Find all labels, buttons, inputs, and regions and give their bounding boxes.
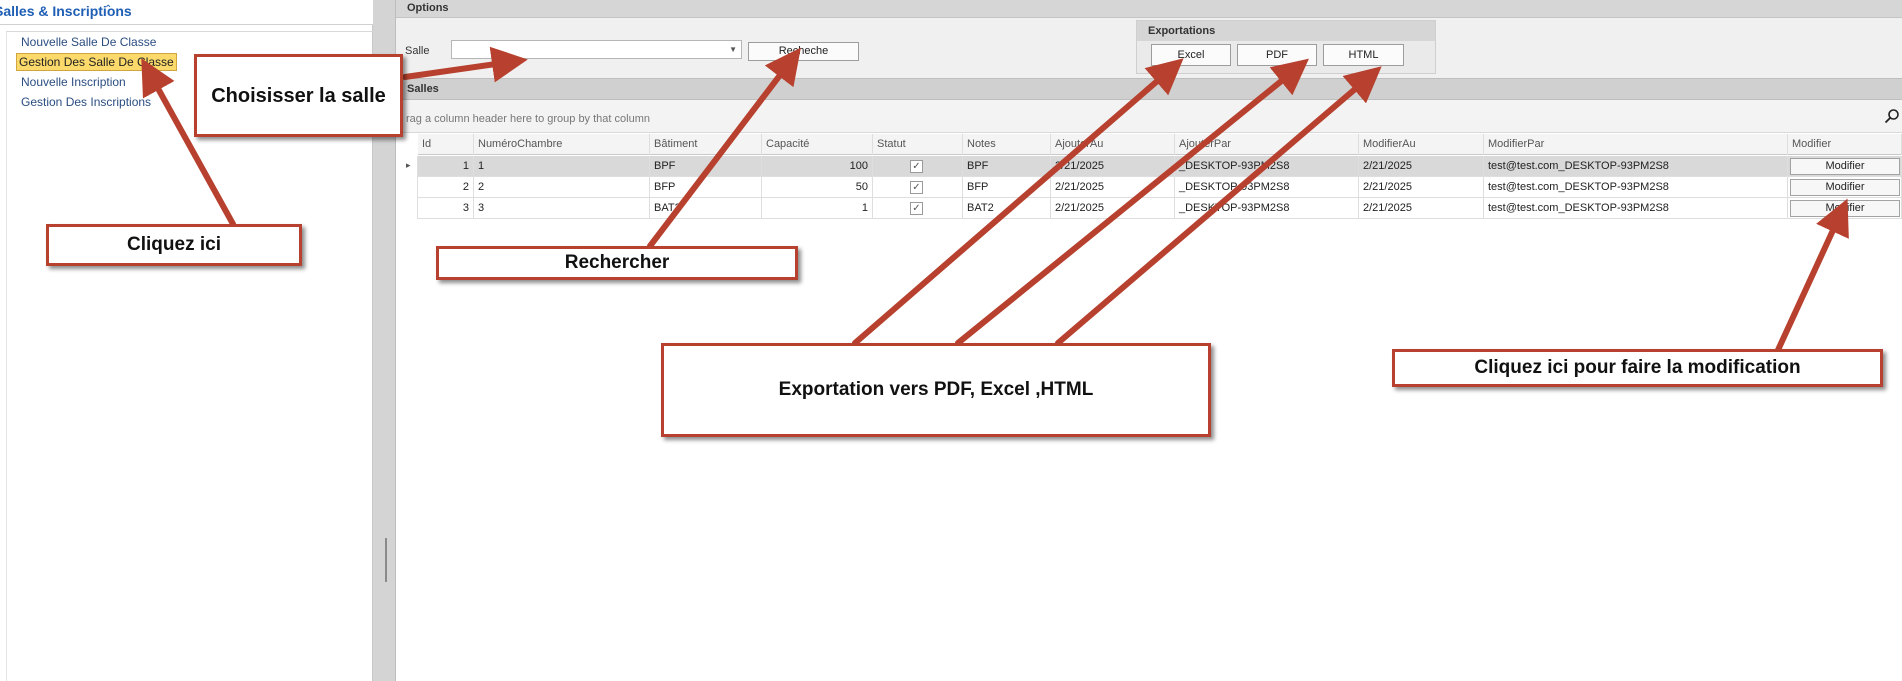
modifier-button[interactable]: Modifier — [1790, 200, 1900, 217]
statut-checkbox[interactable]: ✓ — [910, 181, 923, 194]
splitter-grip[interactable] — [385, 538, 387, 582]
column-header-id[interactable]: Id — [418, 134, 474, 155]
options-title: Options — [407, 2, 449, 14]
cell-ajouterpar: _DESKTOP-93PM2S8 — [1175, 177, 1359, 198]
recheche-button[interactable]: Recheche — [748, 42, 859, 61]
cell-modifierau: 2/21/2025 — [1359, 156, 1484, 177]
salles-title: Salles — [407, 83, 439, 95]
cell-batiment: BPF — [650, 156, 762, 177]
export-excel-button[interactable]: Excel — [1151, 44, 1231, 66]
chevron-down-icon[interactable]: ▼ — [729, 45, 737, 54]
grid-header-row: Id NuméroChambre Bâtiment Capacité Statu… — [418, 134, 1902, 155]
column-header-batiment[interactable]: Bâtiment — [650, 134, 762, 155]
cell-notes: BPF — [963, 156, 1051, 177]
cell-capacite: 50 — [762, 177, 873, 198]
salles-header: Salles — [396, 78, 1902, 100]
column-header-capacite[interactable]: Capacité — [762, 134, 873, 155]
column-header-statut[interactable]: Statut — [873, 134, 963, 155]
callout-exportation: Exportation vers PDF, Excel ,HTML — [661, 343, 1211, 437]
cell-modifierpar: test@test.com_DESKTOP-93PM2S8 — [1484, 177, 1788, 198]
cell-batiment: BFP — [650, 177, 762, 198]
cell-id: 1 — [418, 156, 474, 177]
column-header-modifier[interactable]: Modifier — [1788, 134, 1902, 155]
cell-numerochambre: 1 — [474, 156, 650, 177]
row-indicator-icon[interactable] — [402, 156, 418, 177]
nav-item-gestion-inscriptions[interactable]: Gestion Des Inscriptions — [19, 94, 153, 110]
cell-notes: BAT2 — [963, 198, 1051, 219]
main-content: Options Salle ▼ Recheche Exportations Ex… — [396, 0, 1902, 681]
cell-numerochambre: 2 — [474, 177, 650, 198]
cell-modifierau: 2/21/2025 — [1359, 177, 1484, 198]
column-header-modifierpar[interactable]: ModifierPar — [1484, 134, 1788, 155]
modifier-button[interactable]: Modifier — [1790, 158, 1900, 175]
salle-dropdown[interactable]: ▼ — [451, 40, 742, 59]
exportations-header: Exportations — [1137, 21, 1435, 41]
cell-id: 3 — [418, 198, 474, 219]
nav-item-gestion-salles[interactable]: Gestion Des Salle De Classe — [16, 53, 177, 71]
column-header-notes[interactable]: Notes — [963, 134, 1051, 155]
cell-capacite: 1 — [762, 198, 873, 219]
cell-batiment: BAT2 — [650, 198, 762, 219]
group-by-hint: rag a column header here to group by tha… — [406, 113, 650, 125]
exportations-group: Exportations Excel PDF HTML — [1136, 20, 1436, 74]
column-header-ajouterpar[interactable]: AjouterPar — [1175, 134, 1359, 155]
callout-modification: Cliquez ici pour faire la modification — [1392, 349, 1883, 387]
cell-modifierpar: test@test.com_DESKTOP-93PM2S8 — [1484, 156, 1788, 177]
cell-statut: ✓ — [873, 156, 963, 177]
table-row[interactable]: 3 3 BAT2 1 ✓ BAT2 2/21/2025 _DESKTOP-93P… — [418, 198, 1902, 219]
cell-id: 2 — [418, 177, 474, 198]
export-html-button[interactable]: HTML — [1323, 44, 1404, 66]
callout-rechercher: Rechercher — [436, 246, 798, 280]
cell-statut: ✓ — [873, 198, 963, 219]
row-indicator[interactable] — [402, 198, 418, 219]
table-row[interactable]: 1 1 BPF 100 ✓ BPF 2/21/2025 _DESKTOP-93P… — [418, 156, 1902, 177]
export-pdf-button[interactable]: PDF — [1237, 44, 1317, 66]
cell-modifier: Modifier — [1788, 198, 1902, 219]
nav-item-nouvelle-salle[interactable]: Nouvelle Salle De Classe — [19, 34, 158, 50]
exportations-title: Exportations — [1148, 25, 1216, 37]
cell-ajouterau: 2/21/2025 — [1051, 177, 1175, 198]
column-header-ajouterau[interactable]: AjouterAu — [1051, 134, 1175, 155]
options-header: Options — [396, 0, 1902, 18]
search-icon[interactable] — [1884, 108, 1900, 124]
statut-checkbox[interactable]: ✓ — [910, 202, 923, 215]
statut-checkbox[interactable]: ✓ — [910, 160, 923, 173]
group-by-panel[interactable]: rag a column header here to group by tha… — [396, 100, 1902, 133]
modifier-button[interactable]: Modifier — [1790, 179, 1900, 196]
cell-modifierpar: test@test.com_DESKTOP-93PM2S8 — [1484, 198, 1788, 219]
cell-ajouterau: 2/21/2025 — [1051, 156, 1175, 177]
cell-ajouterau: 2/21/2025 — [1051, 198, 1175, 219]
cell-modifierau: 2/21/2025 — [1359, 198, 1484, 219]
column-header-numerochambre[interactable]: NuméroChambre — [474, 134, 650, 155]
navigation-header: Salles & Inscriptions ⌃ — [0, 0, 373, 25]
cell-numerochambre: 3 — [474, 198, 650, 219]
cell-modifier: Modifier — [1788, 177, 1902, 198]
salle-label: Salle — [405, 45, 430, 57]
cell-modifier: Modifier — [1788, 156, 1902, 177]
cell-ajouterpar: _DESKTOP-93PM2S8 — [1175, 198, 1359, 219]
row-indicator[interactable] — [402, 177, 418, 198]
callout-cliquez-ici: Cliquez ici — [46, 224, 302, 266]
cell-ajouterpar: _DESKTOP-93PM2S8 — [1175, 156, 1359, 177]
collapse-icon[interactable]: ⌃ — [104, 4, 112, 15]
cell-capacite: 100 — [762, 156, 873, 177]
cell-notes: BFP — [963, 177, 1051, 198]
table-row[interactable]: 2 2 BFP 50 ✓ BFP 2/21/2025 _DESKTOP-93PM… — [418, 177, 1902, 198]
cell-statut: ✓ — [873, 177, 963, 198]
nav-item-nouvelle-inscription[interactable]: Nouvelle Inscription — [19, 74, 128, 90]
column-header-modifierau[interactable]: ModifierAu — [1359, 134, 1484, 155]
callout-choisir-salle: Choisisser la salle — [194, 54, 403, 137]
